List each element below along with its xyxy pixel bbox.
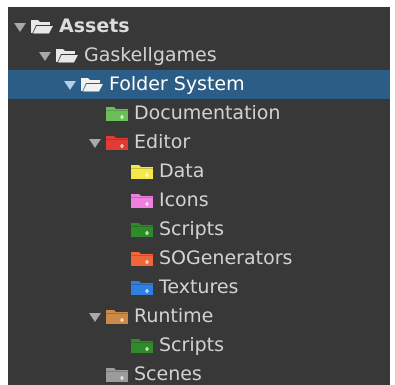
folder-icon [105,366,129,383]
tree-item-editor[interactable]: Editor [8,128,390,157]
tree-item-gaskellgames[interactable]: Gaskellgames [8,41,390,70]
expand-arrow-icon[interactable] [39,52,51,61]
expand-arrow-icon[interactable] [89,139,101,148]
tree-item-label: Data [159,160,205,182]
tree-item-runtime[interactable]: Runtime [8,302,390,331]
expand-arrow-icon[interactable] [89,313,101,322]
tree-item-data[interactable]: Data [8,157,390,186]
folder-icon [130,279,154,296]
folder-open-icon [80,76,104,93]
project-tree-panel: Assets Gaskellgames Folder System Documenta… [8,7,390,385]
tree-item-label: Documentation [134,102,281,124]
tree-item-label: Runtime [134,305,214,327]
tree-item-folder-system[interactable]: Folder System [8,70,390,99]
folder-icon [130,192,154,209]
folder-icon [130,163,154,180]
tree-item-label: Scenes [134,363,202,385]
folder-icon [105,105,129,122]
tree-item-label: Scripts [159,334,225,356]
folder-open-icon [30,18,54,35]
tree-item-label: SOGenerators [159,247,293,269]
folder-icon [130,250,154,267]
tree-item-label: Icons [159,189,209,211]
tree-item-scenes[interactable]: Scenes [8,360,390,385]
tree-item-label: Editor [134,131,191,153]
tree-item-assets[interactable]: Assets [8,12,390,41]
folder-icon [130,221,154,238]
tree-item-textures[interactable]: Textures [8,273,390,302]
tree-item-label: Assets [59,15,130,37]
tree-item-label: Gaskellgames [84,44,217,66]
tree-item-documentation[interactable]: Documentation [8,99,390,128]
tree-item-label: Folder System [109,73,245,95]
tree-item-sogenerators[interactable]: SOGenerators [8,244,390,273]
expand-arrow-icon[interactable] [14,23,26,32]
folder-icon [105,134,129,151]
tree-item-label: Textures [159,276,239,298]
tree-item-scripts[interactable]: Scripts [8,215,390,244]
tree-item-label: Scripts [159,218,225,240]
folder-icon [130,337,154,354]
tree-item-icons[interactable]: Icons [8,186,390,215]
folder-open-icon [55,47,79,64]
folder-icon [105,308,129,325]
tree-item-scripts[interactable]: Scripts [8,331,390,360]
expand-arrow-icon[interactable] [64,81,76,90]
